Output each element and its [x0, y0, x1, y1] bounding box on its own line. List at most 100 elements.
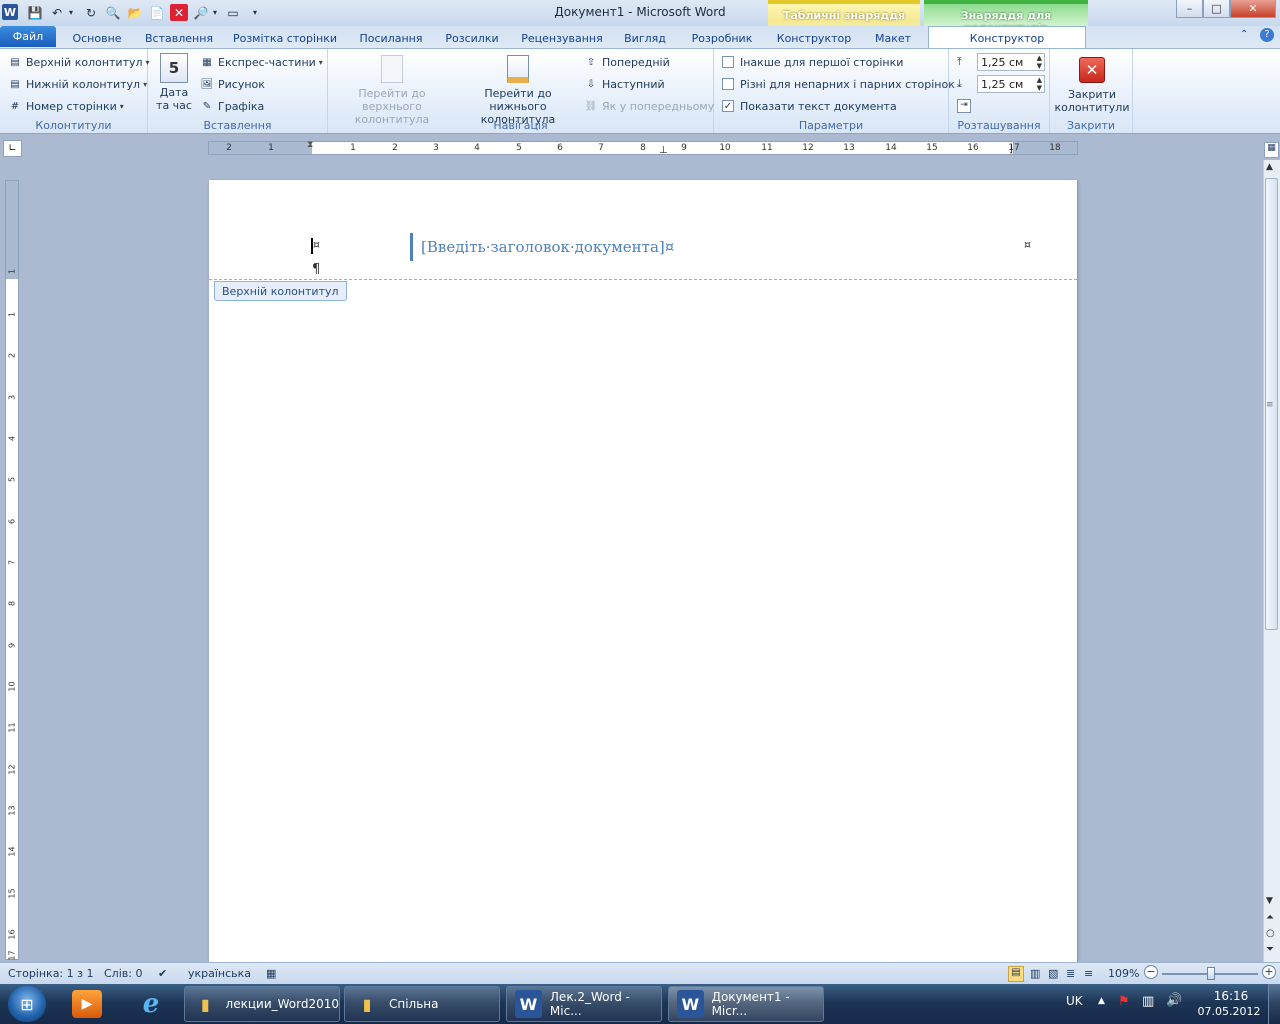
view-ruler-icon[interactable]: ▦	[1264, 142, 1279, 158]
tab-page-layout[interactable]: Розмітка сторінки	[228, 28, 342, 48]
web-layout-icon[interactable]: ▧	[1048, 967, 1058, 980]
zoom-level[interactable]: 109%	[1108, 967, 1139, 980]
picture-button[interactable]: 🖼 Рисунок	[200, 75, 265, 93]
date-time-button[interactable]: 5 Дата та час	[154, 53, 194, 112]
different-first-page-checkbox[interactable]: Інакше для першої сторінки	[722, 53, 903, 71]
footer-dropdown[interactable]: ▤ Нижній колонтитул	[8, 75, 147, 93]
tab-insert[interactable]: Вставлення	[140, 28, 218, 48]
clipart-icon: ✎	[202, 100, 212, 112]
clock-date[interactable]: 07.05.2012	[1196, 1005, 1262, 1018]
full-screen-reading-icon[interactable]: ▥	[1030, 967, 1040, 980]
footer-position-icon: ⤓	[957, 77, 962, 90]
minimize-button[interactable]: –	[1176, 0, 1203, 18]
tab-table-layout[interactable]: Макет	[866, 28, 920, 48]
folder-icon: ▮	[362, 994, 372, 1014]
scroll-up-icon[interactable]: ▲	[1266, 162, 1273, 172]
taskbar-label: Лек.2_Word - Mic...	[549, 990, 630, 1018]
draft-view-icon[interactable]: ≡	[1084, 967, 1093, 980]
document-title-placeholder[interactable]: [Введіть·заголовок·документа]¤	[410, 233, 674, 261]
quick-parts-dropdown[interactable]: ▦ Експрес-частини	[200, 53, 323, 71]
ruler-tick: 4	[7, 435, 17, 442]
media-player-icon[interactable]: ▶	[72, 990, 102, 1018]
network-icon[interactable]: ▥	[1142, 994, 1154, 1009]
next-page-icon[interactable]: ⏷	[1266, 944, 1274, 955]
tab-developer[interactable]: Розробник	[682, 28, 762, 48]
show-document-text-checkbox[interactable]: ✓ Показати текст документа	[722, 97, 897, 115]
different-odd-even-checkbox[interactable]: Різні для непарних і парних сторінок	[722, 75, 955, 93]
next-label: Наступний	[602, 77, 665, 91]
ruler-tick: 7	[7, 559, 17, 566]
proofing-icon[interactable]: ✔	[158, 967, 167, 980]
header-tag[interactable]: Верхній колонтитул	[214, 281, 347, 301]
taskbar-item-document1[interactable]: W Документ1 - Micr...	[668, 986, 824, 1022]
zoom-out-icon[interactable]: −	[1144, 965, 1158, 979]
go-to-footer-button[interactable]: Перейти до нижнього колонтитула	[456, 55, 580, 126]
previous-page-icon[interactable]: ⏶	[1266, 912, 1274, 923]
insert-alignment-tab-icon[interactable]: ⇥	[957, 99, 971, 113]
header-from-top-input[interactable]: 1,25 см ▲ ▼	[977, 53, 1045, 71]
indent-marker-icon[interactable]: ⧗	[307, 140, 313, 150]
go-to-header-button[interactable]: Перейти до верхнього колонтитула	[330, 55, 454, 126]
previous-icon: ⇧	[586, 56, 596, 68]
vertical-ruler[interactable]: 1 1 2 3 4 5 6 7 8 9 10 11 12 13 14 15 16…	[5, 180, 19, 961]
tab-review[interactable]: Рецензування	[514, 28, 610, 48]
ruler-tick: 1	[350, 143, 356, 153]
tab-references[interactable]: Посилання	[352, 28, 430, 48]
picture-label: Рисунок	[218, 77, 265, 91]
start-button-icon[interactable]: ⊞	[8, 986, 46, 1022]
volume-icon[interactable]: 🔊	[1166, 993, 1182, 1008]
scroll-down-icon[interactable]: ▼	[1266, 896, 1273, 906]
macro-recording-icon[interactable]: ▦	[266, 967, 276, 980]
right-tab-stop-icon[interactable]: ⌋	[1009, 144, 1013, 155]
clock-time[interactable]: 16:16	[1200, 989, 1262, 1003]
tab-file[interactable]: Файл	[0, 26, 56, 47]
center-tab-stop-icon[interactable]: ⊥	[659, 145, 668, 156]
tab-view[interactable]: Вигляд	[620, 28, 670, 48]
close-button[interactable]: ✕	[1230, 0, 1276, 18]
page-number-dropdown[interactable]: # Номер сторінки	[8, 97, 124, 115]
tab-selector[interactable]: ∟	[3, 140, 22, 157]
show-desktop-button[interactable]	[1268, 984, 1280, 1024]
zoom-slider-thumb[interactable]	[1207, 967, 1216, 980]
spinner-arrows-icon[interactable]: ▲ ▼	[1037, 76, 1042, 92]
taskbar-item-lektsii[interactable]: ▮ лекции_Word2010	[184, 986, 340, 1022]
select-browse-object-icon[interactable]: ○	[1266, 928, 1275, 939]
next-button[interactable]: ⇩ Наступний	[584, 75, 665, 93]
help-icon[interactable]: ?	[1260, 28, 1274, 42]
ruler-tick: 2	[7, 352, 17, 359]
spinner-arrows-icon[interactable]: ▲ ▼	[1037, 54, 1042, 70]
header-dropdown[interactable]: ▤ Верхній колонтитул	[8, 53, 150, 71]
ruler-tick: 11	[761, 143, 773, 153]
clipart-button[interactable]: ✎ Графіка	[200, 97, 264, 115]
ruler-tick: 2	[226, 143, 232, 153]
print-layout-view-icon[interactable]: ▤	[1008, 966, 1024, 982]
word-count[interactable]: Слів: 0	[104, 967, 142, 980]
show-hidden-icons-icon[interactable]: ▲	[1098, 996, 1105, 1006]
close-header-footer-button[interactable]: ✕ Закрити колонтитули	[1052, 57, 1132, 114]
footer-from-bottom-input[interactable]: 1,25 см ▲ ▼	[977, 75, 1045, 93]
tab-table-design[interactable]: Конструктор	[772, 28, 856, 48]
tab-header-footer-design[interactable]: Конструктор	[930, 28, 1084, 48]
page-count[interactable]: Сторінка: 1 з 1	[8, 967, 93, 980]
action-center-icon[interactable]: ⚑	[1118, 994, 1130, 1009]
taskbar-item-spilna[interactable]: ▮ Спільна	[344, 986, 500, 1022]
previous-button[interactable]: ⇧ Попередній	[584, 53, 670, 71]
taskbar-label: Спільна	[389, 997, 439, 1011]
internet-explorer-icon[interactable]: e	[134, 988, 168, 1020]
zoom-in-icon[interactable]: +	[1262, 965, 1276, 979]
minimize-ribbon-icon[interactable]: ⌃	[1240, 29, 1248, 40]
close-label-1: Закрити	[1067, 88, 1117, 101]
document-page[interactable]: ¤ [Введіть·заголовок·документа]¤ ¤ ¶ Вер…	[209, 180, 1077, 962]
horizontal-ruler[interactable]: 2 1 1 2 3 4 5 6 7 8 9 10 11 12 13 14 15 …	[208, 140, 1078, 156]
footer-from-bottom-value: 1,25 см	[981, 77, 1024, 91]
maximize-button[interactable]: □	[1203, 0, 1230, 18]
input-language[interactable]: UK	[1066, 994, 1083, 1008]
tab-mailings[interactable]: Розсилки	[440, 28, 504, 48]
ruler-tick: 5	[516, 143, 522, 153]
taskbar-item-lek2-word[interactable]: W Лек.2_Word - Mic...	[506, 986, 662, 1022]
outline-view-icon[interactable]: ≣	[1066, 967, 1075, 980]
tab-home[interactable]: Основне	[62, 28, 132, 48]
window-title: Документ1 - Microsoft Word	[554, 5, 726, 19]
link-to-previous-button[interactable]: ⛓ Як у попередньому	[584, 97, 715, 115]
language-indicator[interactable]: українська	[188, 967, 251, 980]
